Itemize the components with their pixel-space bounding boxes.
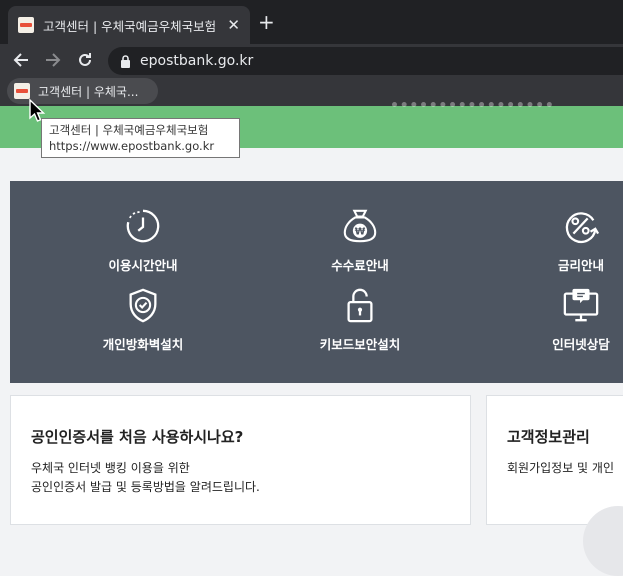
service-label: 금리안내	[557, 258, 604, 273]
service-firewall[interactable]: 개인방화벽설치	[83, 286, 203, 353]
forward-arrow-icon[interactable]	[42, 49, 64, 71]
service-label: 키보드보안설치	[319, 337, 401, 352]
service-usage-hours[interactable]: 이용시간안내	[83, 207, 203, 274]
certificate-info-card[interactable]: 공인인증서를 처음 사용하시나요? 우체국 인터넷 뱅킹 이용을 위한 공인인증…	[10, 395, 471, 525]
svg-text:₩: ₩	[355, 227, 366, 238]
clock-icon	[126, 209, 160, 243]
mouse-cursor-icon	[29, 98, 46, 122]
site-favicon-icon	[18, 17, 34, 33]
service-fees[interactable]: ₩ 수수료안내	[300, 207, 420, 274]
new-tab-icon[interactable]: +	[258, 12, 275, 32]
quick-service-panel: 이용시간안내 ₩ 수수료안내 금리안내 개인방화벽설치 키보드보안설치 인터넷상…	[10, 181, 623, 383]
money-bag-won-icon: ₩	[343, 209, 377, 243]
bookmark-label: 고객센터 | 우체국...	[38, 84, 139, 99]
tab-close-icon[interactable]: ✕	[227, 17, 240, 33]
service-label: 인터넷상담	[552, 337, 610, 352]
tooltip-url: https://www.epostbank.go.kr	[49, 139, 215, 153]
service-label: 개인방화벽설치	[102, 337, 184, 352]
card-desc-line: 회원가입정보 및 개인	[507, 461, 614, 475]
service-label: 수수료안내	[331, 258, 389, 273]
percent-badge-icon	[565, 212, 600, 244]
browser-tab[interactable]: 고객센터 | 우체국예금우체국보험 ✕	[8, 6, 250, 44]
tooltip-title: 고객센터 | 우체국예금우체국보험	[49, 123, 209, 137]
back-arrow-icon[interactable]	[10, 49, 32, 71]
service-online-consult[interactable]: 인터넷상담	[521, 286, 623, 353]
address-bar[interactable]: epostbank.go.kr	[108, 47, 623, 75]
page-content: 이용시간안내 ₩ 수수료안내 금리안내 개인방화벽설치 키보드보안설치 인터넷상…	[0, 102, 623, 525]
padlock-icon	[347, 288, 373, 323]
monitor-chat-icon	[563, 288, 599, 322]
service-keyboard-security[interactable]: 키보드보안설치	[300, 286, 420, 353]
browser-toolbar: epostbank.go.kr	[0, 44, 623, 76]
card-title: 고객정보관리	[507, 428, 590, 446]
browser-chrome: 고객센터 | 우체국예금우체국보험 ✕ + epostbank.go.kr 고객…	[0, 0, 623, 106]
reload-icon[interactable]	[74, 49, 96, 71]
bookmark-favicon-icon	[14, 83, 30, 99]
card-desc-line: 공인인증서 발급 및 등록방법을 알려드립니다.	[31, 480, 260, 494]
shield-check-icon	[129, 288, 157, 323]
card-description: 회원가입정보 및 개인	[507, 459, 614, 478]
banner-decoration	[392, 102, 552, 112]
service-label: 이용시간안내	[108, 258, 178, 273]
bookmark-tooltip: 고객센터 | 우체국예금우체국보험 https://www.epostbank.…	[41, 118, 240, 158]
customer-info-card[interactable]: 고객정보관리 회원가입정보 및 개인	[486, 395, 623, 525]
url-text: epostbank.go.kr	[140, 53, 254, 69]
lock-icon	[121, 54, 130, 68]
card-desc-line: 우체국 인터넷 뱅킹 이용을 위한	[31, 461, 190, 475]
card-description: 우체국 인터넷 뱅킹 이용을 위한 공인인증서 발급 및 등록방법을 알려드립니…	[31, 459, 260, 497]
tab-title: 고객센터 | 우체국예금우체국보험	[43, 18, 217, 34]
card-title: 공인인증서를 처음 사용하시나요?	[31, 428, 244, 446]
service-interest-rates[interactable]: 금리안내	[521, 207, 623, 274]
tab-strip: 고객센터 | 우체국예금우체국보험 ✕ +	[0, 0, 623, 44]
